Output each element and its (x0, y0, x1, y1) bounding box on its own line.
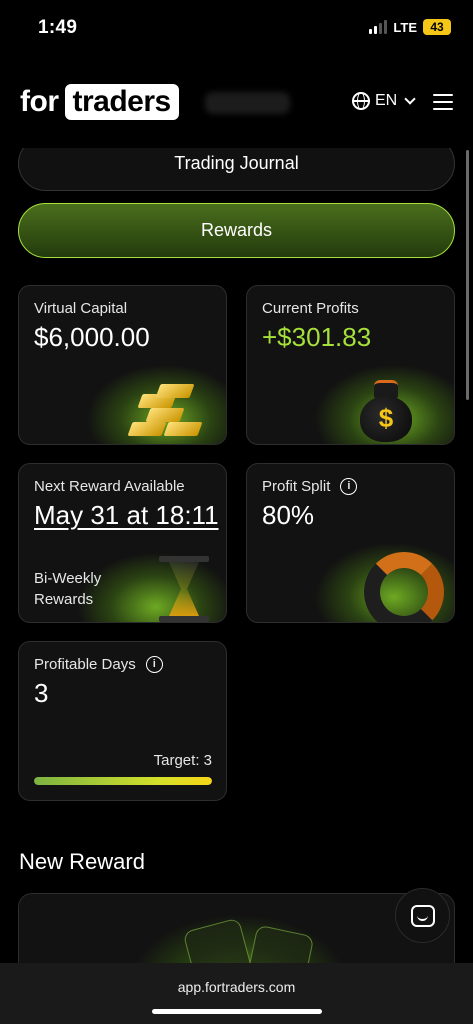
globe-icon (352, 92, 370, 110)
scrollbar[interactable] (466, 150, 469, 400)
chat-button[interactable] (395, 888, 450, 943)
trading-journal-button[interactable]: Trading Journal (18, 148, 455, 191)
card-label: Next Reward Available (34, 478, 185, 495)
hourglass-icon (159, 556, 209, 622)
logo-text-traders: traders (64, 84, 179, 120)
chevron-down-icon (404, 93, 416, 105)
reward-frequency: Bi-Weekly Rewards (34, 570, 102, 608)
profitable-days-value: 3 (34, 678, 49, 708)
browser-url-bar[interactable]: app.fortraders.com (0, 963, 473, 1024)
language-label: EN (375, 92, 398, 109)
app-header: for traders EN (0, 78, 473, 128)
card-label: Profit Split (262, 478, 331, 495)
home-indicator[interactable] (152, 1009, 322, 1014)
status-bar: 1:49 LTE 43 (0, 0, 473, 60)
progress-fill (34, 777, 212, 785)
pie-chart-icon (364, 552, 444, 622)
current-profits-card: $ Current Profits +$301.83 (246, 285, 455, 445)
url-text[interactable]: app.fortraders.com (0, 979, 473, 995)
status-indicators: LTE 43 (369, 19, 451, 35)
card-label-row: Profitable Days i (34, 656, 163, 673)
info-icon[interactable]: i (340, 478, 358, 495)
card-label: Current Profits (262, 300, 359, 317)
rewards-button[interactable]: Rewards (18, 203, 455, 258)
rewards-label: Rewards (200, 220, 273, 240)
next-reward-date[interactable]: May 31 at 18:11 (34, 500, 219, 531)
chat-icon (410, 904, 435, 927)
profit-split-card: Profit Split i 80% (246, 463, 455, 623)
network-label: LTE (393, 19, 417, 35)
signal-icon (369, 20, 388, 34)
gold-bars-icon (126, 384, 206, 438)
progress-bar (34, 777, 212, 785)
current-profits-value: +$301.83 (262, 322, 372, 352)
virtual-capital-value: $6,000.00 (34, 322, 150, 352)
logo-text-for: for (20, 85, 59, 118)
status-time: 1:49 (38, 17, 78, 38)
blurred-region (205, 92, 290, 114)
card-label-row: Profit Split i (262, 478, 358, 495)
money-bag-icon: $ (358, 380, 414, 442)
next-reward-card: Next Reward Available May 31 at 18:11 Bi… (18, 463, 227, 623)
card-label: Virtual Capital (34, 300, 128, 317)
profit-split-value: 80% (262, 500, 315, 530)
hamburger-menu-icon[interactable] (433, 94, 453, 110)
new-reward-card[interactable] (18, 893, 455, 963)
main-content[interactable]: Trading Journal Rewards Virtual Capital … (0, 148, 473, 963)
battery-icon: 43 (423, 19, 451, 35)
language-selector[interactable]: EN (352, 92, 416, 110)
new-reward-heading: New Reward (19, 849, 145, 874)
target-label: Target: 3 (153, 752, 212, 769)
info-icon[interactable]: i (145, 656, 163, 673)
trading-journal-label: Trading Journal (174, 153, 299, 173)
virtual-capital-card: Virtual Capital $6,000.00 (18, 285, 227, 445)
card-label: Profitable Days (34, 656, 136, 673)
profitable-days-card: Profitable Days i 3 Target: 3 (18, 641, 227, 801)
fortraders-logo[interactable]: for traders (20, 84, 179, 120)
